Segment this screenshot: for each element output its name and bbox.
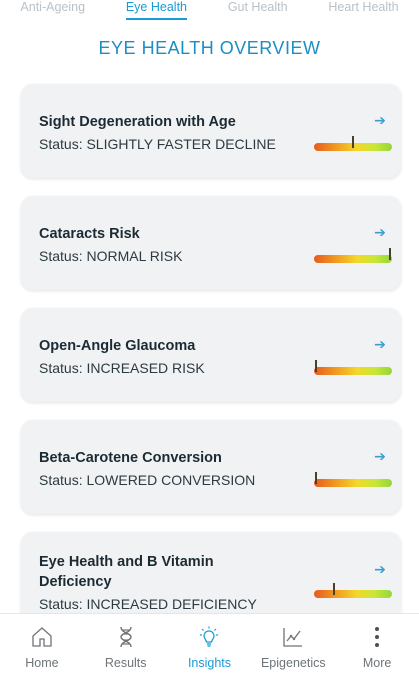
tab-heart-health[interactable]: Heart Health (328, 0, 398, 14)
card-title: Sight Degeneration with Age (39, 114, 236, 130)
card-status: Status: INCREASED RISK (39, 360, 205, 376)
card-status: Status: INCREASED DEFICIENCY (39, 596, 257, 612)
arrow-right-icon[interactable]: ➔ (373, 225, 387, 239)
insight-card-beta-carotene[interactable]: Beta-Carotene Conversion Status: LOWERED… (21, 420, 401, 514)
nav-more[interactable]: More (337, 614, 417, 686)
gauge-marker (388, 248, 391, 260)
card-status: Status: SLIGHTLY FASTER DECLINE (39, 136, 276, 152)
tab-eye-health[interactable]: Eye Health (125, 0, 187, 20)
nav-epigenetics[interactable]: Epigenetics (253, 614, 333, 686)
risk-gauge (314, 248, 392, 263)
risk-gauge (314, 583, 392, 598)
tab-gut-health[interactable]: Gut Health (228, 0, 288, 14)
category-tabs: Anti-Ageing Eye Health Gut Health Heart … (0, 0, 419, 24)
card-title: Cataracts Risk (39, 226, 140, 242)
gauge-marker (315, 472, 318, 484)
tab-anti-ageing[interactable]: Anti-Ageing (20, 0, 85, 14)
card-title: Open-Angle Glaucoma (39, 338, 196, 354)
nav-label: Home (25, 656, 59, 670)
bottom-nav: Home Results Insights Epigenetics More (0, 613, 419, 686)
more-vertical-icon (375, 627, 380, 647)
arrow-right-icon[interactable]: ➔ (373, 113, 387, 127)
card-title: Beta-Carotene Conversion (39, 450, 222, 466)
card-status: Status: LOWERED CONVERSION (39, 472, 256, 488)
gauge-marker (352, 136, 354, 148)
insight-card-sight-degeneration[interactable]: Sight Degeneration with Age Status: SLIG… (21, 84, 401, 178)
nav-home[interactable]: Home (2, 614, 82, 686)
line-chart-icon (283, 628, 303, 647)
gauge-marker (333, 583, 336, 595)
nav-label: Results (104, 656, 147, 670)
dna-icon (119, 626, 132, 648)
nav-label: Insights (187, 656, 232, 670)
nav-label: More (362, 656, 392, 670)
gauge-marker (315, 360, 318, 372)
insight-card-glaucoma[interactable]: Open-Angle Glaucoma Status: INCREASED RI… (21, 308, 401, 402)
nav-insights[interactable]: Insights (169, 614, 249, 686)
nav-results[interactable]: Results (86, 614, 166, 686)
home-icon (32, 627, 52, 647)
card-status: Status: NORMAL RISK (39, 248, 183, 264)
arrow-right-icon[interactable]: ➔ (373, 337, 387, 351)
page-title: EYE HEALTH OVERVIEW (98, 38, 321, 58)
risk-gauge (314, 136, 392, 151)
insight-card-cataracts[interactable]: Cataracts Risk Status: NORMAL RISK ➔ (21, 196, 401, 290)
risk-gauge (314, 360, 392, 375)
risk-gauge (314, 472, 392, 487)
nav-label: Epigenetics (260, 656, 326, 670)
arrow-right-icon[interactable]: ➔ (373, 562, 387, 576)
card-title: Eye Health and B Vitamin Deficiency (39, 554, 214, 590)
arrow-right-icon[interactable]: ➔ (373, 449, 387, 463)
lightbulb-icon (200, 626, 219, 647)
